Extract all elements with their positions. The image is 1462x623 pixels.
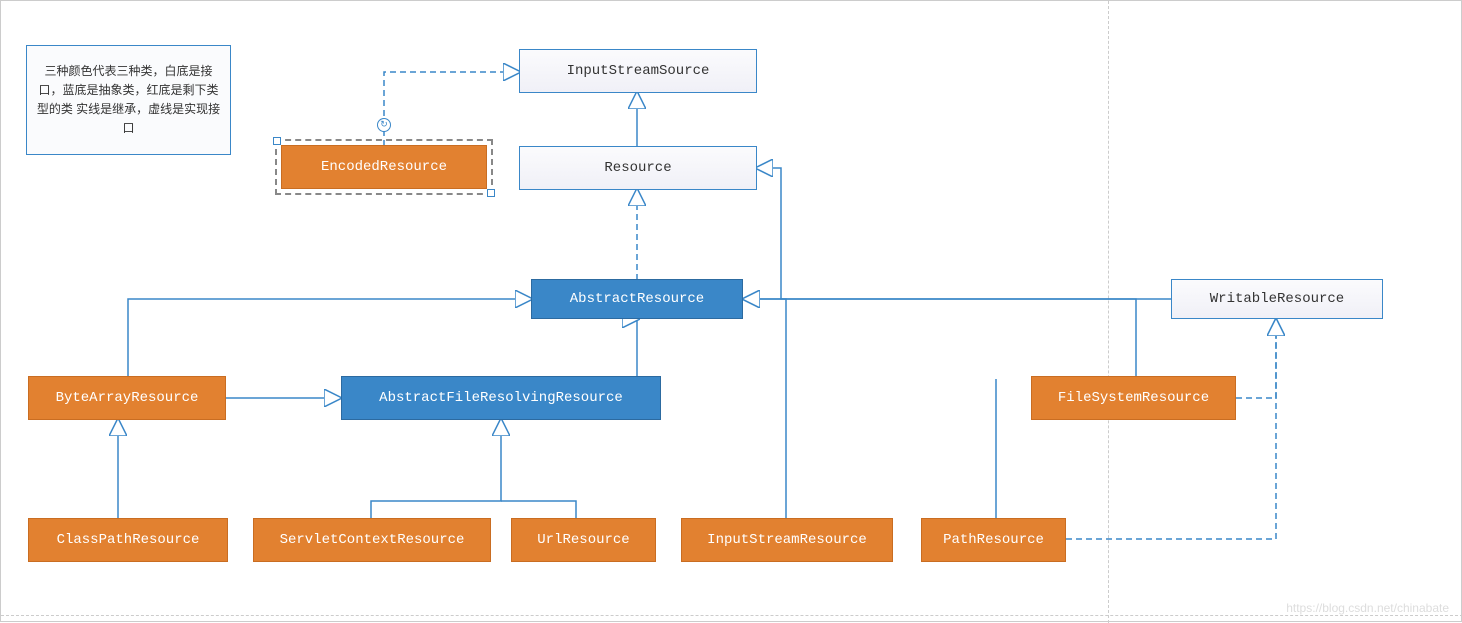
node-label: AbstractFileResolvingResource — [379, 390, 623, 406]
legend-text: 三种颜色代表三种类，白底是接口，蓝底是抽象类，红底是剩下类型的类 实线是继承，虚… — [35, 62, 222, 139]
node-servletcontextresource[interactable]: ServletContextResource — [253, 518, 491, 562]
node-label: AbstractResource — [570, 291, 704, 307]
node-label: ByteArrayResource — [56, 390, 199, 406]
node-label: ServletContextResource — [280, 532, 465, 548]
node-label: Resource — [604, 160, 671, 176]
node-classpathresource[interactable]: ClassPathResource — [28, 518, 228, 562]
node-abstractfileresolvingresource[interactable]: AbstractFileResolvingResource — [341, 376, 661, 420]
node-resource[interactable]: Resource — [519, 146, 757, 190]
diagram-canvas[interactable]: 三种颜色代表三种类，白底是接口，蓝底是抽象类，红底是剩下类型的类 实线是继承，虚… — [0, 0, 1462, 622]
node-label: InputStreamResource — [707, 532, 867, 548]
node-inputstreamsource[interactable]: InputStreamSource — [519, 49, 757, 93]
node-writableresource[interactable]: WritableResource — [1171, 279, 1383, 319]
node-label: EncodedResource — [321, 159, 447, 175]
node-label: WritableResource — [1210, 291, 1344, 307]
guide-line — [1, 615, 1462, 616]
node-abstractresource[interactable]: AbstractResource — [531, 279, 743, 319]
legend-box: 三种颜色代表三种类，白底是接口，蓝底是抽象类，红底是剩下类型的类 实线是继承，虚… — [26, 45, 231, 155]
node-label: ClassPathResource — [57, 532, 200, 548]
node-inputstreamresource[interactable]: InputStreamResource — [681, 518, 893, 562]
watermark-text: https://blog.csdn.net/chinabate — [1286, 601, 1449, 615]
node-pathresource[interactable]: PathResource — [921, 518, 1066, 562]
node-label: InputStreamSource — [567, 63, 710, 79]
node-label: FileSystemResource — [1058, 390, 1209, 406]
guide-line — [1108, 1, 1109, 623]
node-encodedresource[interactable]: ↻ EncodedResource — [281, 145, 487, 189]
node-bytearrayresource[interactable]: ByteArrayResource — [28, 376, 226, 420]
node-filesystemresource[interactable]: FileSystemResource — [1031, 376, 1236, 420]
rotate-handle-icon[interactable]: ↻ — [377, 118, 391, 132]
node-urlresource[interactable]: UrlResource — [511, 518, 656, 562]
node-label: UrlResource — [537, 532, 629, 548]
node-label: PathResource — [943, 532, 1044, 548]
